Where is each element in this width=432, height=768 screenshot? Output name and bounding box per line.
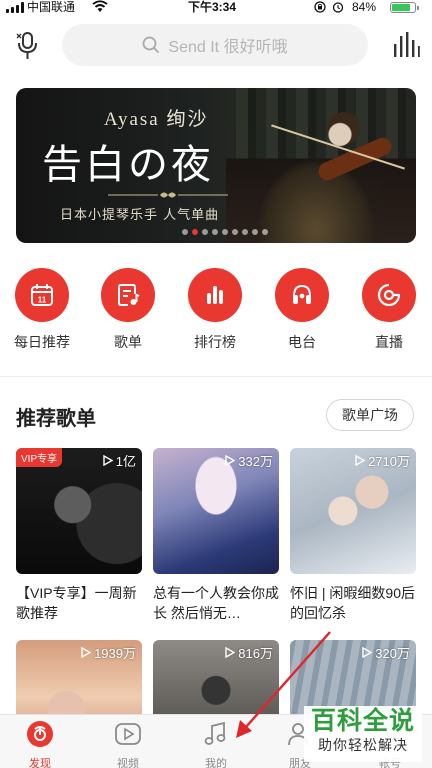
shortcut-label: 排行榜	[194, 334, 236, 350]
banner-headline: 告白の夜	[42, 142, 214, 188]
pagination-dot[interactable]	[242, 229, 248, 235]
shortcut-label: 歌单	[114, 334, 142, 350]
playlist-card[interactable]: 2710万 怀旧 | 闲暇细数90后的回忆杀	[290, 448, 416, 623]
search-bar[interactable]: Send It 很好听哦	[62, 24, 368, 66]
discover-icon	[27, 721, 53, 747]
radio-icon	[293, 284, 311, 304]
play-icon	[225, 455, 236, 466]
watermark-slogan: 助你轻松解决	[318, 737, 408, 753]
shortcut-live[interactable]: 直播	[349, 268, 429, 352]
music-note-icon	[204, 721, 226, 745]
battery-percent: 84%	[352, 0, 377, 14]
svg-text:11: 11	[38, 296, 47, 305]
signal-icon	[6, 2, 24, 13]
vip-badge: VIP专享	[16, 448, 63, 467]
playlist-title: 怀旧 | 闲暇细数90后的回忆杀	[290, 585, 415, 621]
play-icon	[355, 455, 366, 466]
shortcut-label: 电台	[288, 334, 316, 350]
tab-label: 发现	[29, 758, 51, 768]
playlist-card[interactable]: 332万 总有一个人教会你成长 然后悄无…	[153, 448, 279, 623]
play-icon	[362, 647, 373, 658]
play-count: 2710万	[355, 451, 410, 470]
play-count: 320万	[362, 643, 410, 662]
tab-discover[interactable]: 发现	[4, 719, 76, 768]
playlist-plaza-button[interactable]: 歌单广场	[326, 399, 414, 431]
play-count: 1939万	[81, 643, 136, 662]
tab-label: 我的	[205, 758, 227, 768]
microphone-icon[interactable]	[14, 30, 40, 62]
play-count: 1亿	[103, 451, 136, 470]
section-title: 推荐歌单	[16, 408, 96, 430]
play-count: 332万	[225, 451, 273, 470]
video-icon	[115, 723, 141, 745]
tab-video[interactable]: 视频	[92, 719, 164, 768]
battery-icon	[390, 2, 419, 13]
search-placeholder: Send It 很好听哦	[168, 39, 288, 56]
playlist-title: 【VIP专享】一周新歌推荐	[16, 585, 137, 621]
playlist-cover: 2710万	[290, 448, 416, 574]
clock-time: 下午3:34	[188, 0, 237, 14]
status-bar: 中国联通 下午3:34 84%	[0, 0, 432, 16]
pagination-dot[interactable]	[192, 229, 198, 235]
promo-banner[interactable]: Ayasa 绚沙 告白の夜 日本小提琴乐手 人气单曲	[16, 88, 416, 243]
chart-bars-icon	[207, 286, 223, 304]
shortcut-label: 直播	[375, 334, 403, 350]
search-icon	[143, 36, 160, 54]
shortcut-row: 11 每日推荐 歌单 排行榜 电台 直播	[0, 268, 432, 358]
playlist-title: 总有一个人教会你成长 然后悄无…	[153, 585, 279, 621]
carrier-label: 中国联通	[27, 0, 76, 14]
pagination-dot[interactable]	[222, 229, 228, 235]
shortcut-radio[interactable]: 电台	[262, 268, 342, 352]
shortcut-label: 每日推荐	[14, 334, 70, 350]
banner-subline: 日本小提琴乐手 人气单曲	[60, 208, 220, 223]
section-divider	[0, 376, 432, 377]
banner-pagination	[182, 229, 268, 235]
live-icon	[377, 283, 401, 307]
play-count: 816万	[225, 643, 273, 662]
playlist-card[interactable]: VIP专享 1亿 【VIP专享】一周新歌推荐	[16, 448, 142, 623]
shortcut-charts[interactable]: 排行榜	[175, 268, 255, 352]
music-stats-icon[interactable]	[392, 32, 420, 58]
alarm-icon	[332, 2, 344, 13]
pagination-dot[interactable]	[212, 229, 218, 235]
wifi-icon	[92, 0, 108, 12]
calendar-icon: 11	[31, 284, 53, 306]
tab-label: 视频	[117, 758, 139, 768]
playlist-cover: VIP专享 1亿	[16, 448, 142, 574]
watermark-title: 百科全说	[310, 707, 415, 735]
play-icon	[225, 647, 236, 658]
rotation-lock-icon	[314, 1, 326, 13]
play-icon	[103, 455, 113, 466]
top-header: Send It 很好听哦	[0, 18, 432, 72]
banner-artist: Ayasa 绚沙	[104, 109, 209, 130]
tab-mine[interactable]: 我的	[180, 719, 252, 768]
pagination-dot[interactable]	[252, 229, 258, 235]
shortcut-daily-recommend[interactable]: 11 每日推荐	[2, 268, 82, 352]
pagination-dot[interactable]	[262, 229, 268, 235]
pagination-dot[interactable]	[182, 229, 188, 235]
pagination-dot[interactable]	[232, 229, 238, 235]
playlist-cover: 332万	[153, 448, 279, 574]
shortcut-playlist[interactable]: 歌单	[88, 268, 168, 352]
playlist-icon	[118, 284, 140, 306]
watermark-logo: 百科全说 助你轻松解决	[304, 706, 422, 762]
play-icon	[81, 647, 92, 658]
ornament-divider	[108, 192, 228, 198]
pagination-dot[interactable]	[202, 229, 208, 235]
